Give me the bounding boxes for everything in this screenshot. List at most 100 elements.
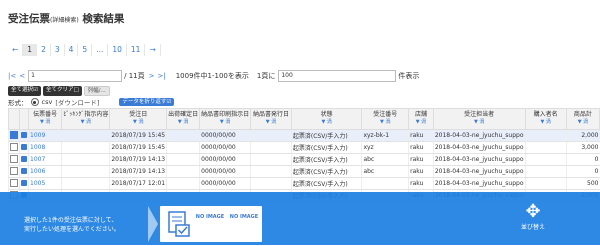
arrows-move-icon: ✥ bbox=[525, 201, 541, 222]
header-cell-13[interactable]: 商品計 ▼ 渦 bbox=[565, 108, 600, 130]
row-edit-cell[interactable] bbox=[19, 141, 29, 154]
page-title: 受注伝票(詳細検索) 検索結果 bbox=[8, 11, 124, 26]
row-checkbox[interactable] bbox=[10, 142, 18, 151]
reorder-button[interactable]: ✥ 並び替え bbox=[521, 201, 545, 232]
row-checkbox-cell[interactable] bbox=[8, 141, 20, 154]
document-check-icon bbox=[168, 211, 190, 237]
row-checkbox[interactable] bbox=[10, 166, 18, 175]
clear-all-button[interactable]: 全てクリア□ bbox=[42, 86, 82, 96]
edit-icon[interactable] bbox=[21, 143, 27, 150]
table-cell bbox=[61, 153, 110, 166]
page-10[interactable]: 10 bbox=[108, 44, 127, 56]
header-cell-2[interactable]: 伝票番号 ▼ 渦 bbox=[27, 108, 63, 130]
row-checkbox-cell[interactable] bbox=[8, 165, 20, 178]
table-row[interactable]: 1005 2018/07/17 12:01 0000/00/00 起票済(CSV/手入… bbox=[8, 177, 600, 190]
table-header-row: 伝票番号 ▼ 渦 ﾋﾟｯｷﾝｸﾞ指示内容 ▼ 渦 受注日 ▼ 渦 出荷確定日 ▼ 渦 納… bbox=[8, 108, 600, 130]
table-cell bbox=[524, 153, 567, 166]
row-checkbox-cell[interactable] bbox=[8, 177, 20, 190]
csv-option-label: csv bbox=[41, 98, 53, 106]
bulk-actions: 全て選択☑ 全てクリア□ 列幅/... bbox=[8, 86, 110, 96]
per-page-select[interactable]: 100 bbox=[278, 70, 397, 82]
table-cell: 2018/07/17 12:01 bbox=[109, 177, 167, 190]
header-cell-3[interactable]: ﾋﾟｯｷﾝｸﾞ指示内容 ▼ 渦 bbox=[61, 108, 111, 130]
table-cell: 起票済(CSV/手入力) bbox=[290, 153, 362, 166]
table-body: 1009 2018/07/19 15:45 0000/00/00 起票済(CSV/手入… bbox=[8, 129, 600, 202]
next-page-link[interactable]: > bbox=[149, 72, 155, 80]
header-cell-5[interactable]: 出荷確定日 ▼ 渦 bbox=[166, 108, 201, 130]
row-edit-cell[interactable] bbox=[19, 129, 29, 142]
prev-page-link[interactable]: < bbox=[19, 72, 25, 80]
action-tile-picking[interactable] bbox=[160, 206, 196, 242]
edit-icon[interactable] bbox=[21, 155, 27, 162]
row-checkbox[interactable] bbox=[10, 130, 18, 139]
page-5[interactable]: 5 bbox=[78, 44, 93, 56]
row-checkbox-cell[interactable] bbox=[8, 153, 20, 166]
page-prev[interactable]: ← bbox=[8, 44, 24, 56]
table-cell: 2,000 bbox=[565, 129, 600, 142]
row-edit-cell[interactable] bbox=[19, 153, 29, 166]
action-tile-3[interactable]: NO IMAGE bbox=[226, 206, 262, 242]
header-cell-7[interactable]: 納品書発行日 ▼ 渦 bbox=[250, 108, 292, 130]
header-cell-8[interactable]: 状態 ▼ 渦 bbox=[290, 108, 363, 130]
page-3[interactable]: 3 bbox=[51, 44, 65, 56]
per-page-suffix: 件表示 bbox=[398, 72, 420, 80]
page-ellipsis: ... bbox=[92, 44, 109, 56]
header-cell-6[interactable]: 納品書印刷指示日 ▼ 渦 bbox=[199, 108, 252, 130]
collapse-button[interactable]: 列幅/... bbox=[83, 86, 110, 96]
csv-radio[interactable] bbox=[30, 98, 39, 106]
page-1[interactable]: 1 bbox=[23, 44, 38, 56]
header-cell-9[interactable]: 受注番号 ▼ 渦 bbox=[361, 108, 410, 130]
table-cell: 0000/00/00 bbox=[199, 129, 251, 142]
range-text: 1009件中1-100を表示 bbox=[175, 72, 249, 80]
table-row[interactable]: 1009 2018/07/19 15:45 0000/00/00 起票済(CSV/手入… bbox=[8, 129, 600, 142]
page-number-input[interactable]: 1 bbox=[28, 70, 123, 82]
header-cell-12[interactable]: 購入者名 ▼ 渦 bbox=[524, 108, 567, 130]
page-2[interactable]: 2 bbox=[37, 44, 51, 56]
row-checkbox-cell[interactable] bbox=[8, 129, 20, 142]
table-cell: raku bbox=[408, 153, 434, 166]
table-cell bbox=[61, 177, 110, 190]
header-cell-10[interactable]: 店舗 ▼ 渦 bbox=[408, 108, 434, 130]
action-tile-2[interactable]: NO IMAGE bbox=[192, 206, 228, 242]
table-cell bbox=[166, 129, 200, 142]
row-checkbox[interactable] bbox=[10, 178, 18, 187]
header-cell-11[interactable]: 受注担当者 ▼ 渦 bbox=[432, 108, 526, 130]
table-cell bbox=[61, 129, 110, 142]
header-cell-4[interactable]: 受注日 ▼ 渦 bbox=[109, 108, 168, 130]
row-edit-cell[interactable] bbox=[19, 177, 29, 190]
table-cell: 500 bbox=[565, 177, 600, 190]
page-next[interactable]: → bbox=[145, 44, 161, 56]
page-11[interactable]: 11 bbox=[127, 44, 146, 56]
table-cell: 起票済(CSV/手入力) bbox=[290, 141, 362, 154]
table-cell bbox=[61, 165, 110, 178]
format-row: 形式： csv [ダウンロード] データを折り返す☑ bbox=[8, 97, 175, 107]
edit-icon[interactable] bbox=[21, 131, 27, 138]
wrap-data-button[interactable]: データを折り返す☑ bbox=[119, 98, 175, 106]
table-cell[interactable]: 1005 bbox=[27, 177, 62, 190]
row-checkbox[interactable] bbox=[10, 154, 18, 163]
table-cell bbox=[166, 153, 200, 166]
table-cell: 0000/00/00 bbox=[199, 153, 251, 166]
edit-icon[interactable] bbox=[21, 179, 27, 186]
table-row[interactable]: 1006 2018/07/19 14:13 0000/00/00 起票済(CSV/手入… bbox=[8, 165, 600, 178]
table-cell: abc bbox=[361, 153, 409, 166]
table-cell[interactable]: 1007 bbox=[27, 153, 62, 166]
download-link[interactable]: [ダウンロード] bbox=[55, 97, 99, 107]
table-cell bbox=[250, 141, 292, 154]
table-row[interactable]: 1008 2018/07/19 15:45 0000/00/00 起票済(CSV/手入… bbox=[8, 141, 600, 154]
page-4[interactable]: 4 bbox=[65, 44, 79, 56]
table-cell[interactable]: 1008 bbox=[27, 141, 62, 154]
first-page-link[interactable]: |< bbox=[8, 72, 16, 80]
table-cell: 0 bbox=[565, 153, 600, 166]
last-page-link[interactable]: >| bbox=[157, 72, 165, 80]
table-cell[interactable]: 1009 bbox=[27, 129, 62, 142]
table-cell: 2018-04-03-ne_jyuchu_suppo bbox=[432, 141, 525, 154]
title-suffix: 検索結果 bbox=[82, 13, 125, 25]
select-all-button[interactable]: 全て選択☑ bbox=[8, 86, 41, 96]
edit-icon[interactable] bbox=[21, 167, 27, 174]
row-edit-cell[interactable] bbox=[19, 165, 29, 178]
title-main: 受注伝票 bbox=[8, 13, 50, 25]
table-cell[interactable]: 1006 bbox=[27, 165, 62, 178]
table-row[interactable]: 1007 2018/07/19 14:13 0000/00/00 起票済(CSV/手入… bbox=[8, 153, 600, 166]
table-cell: 起票済(CSV/手入力) bbox=[290, 165, 362, 178]
